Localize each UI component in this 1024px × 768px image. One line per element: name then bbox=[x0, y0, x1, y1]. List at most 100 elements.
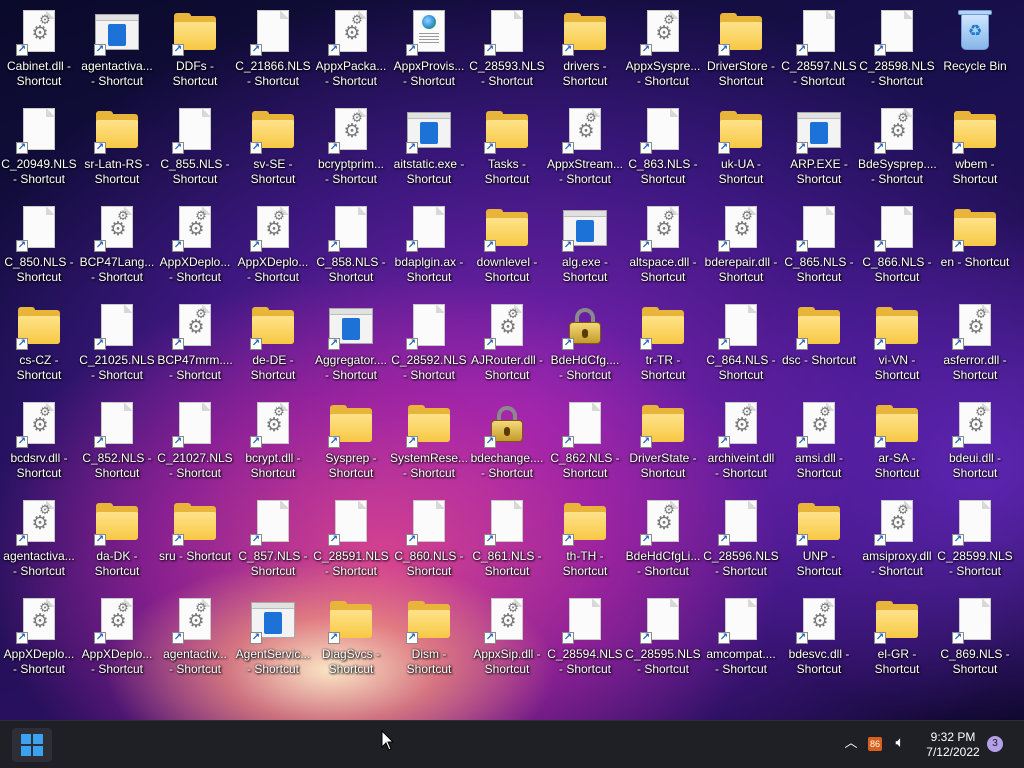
desktop-icon[interactable]: ↗ C_28595.NLS - Shortcut bbox=[624, 594, 702, 692]
start-button[interactable] bbox=[12, 728, 52, 762]
desktop-icon[interactable]: ⚙ ⚙ ↗ AppxStream... - Shortcut bbox=[546, 104, 624, 202]
desktop-icon[interactable]: ↗ DiagSvcs - Shortcut bbox=[312, 594, 390, 692]
desktop-icon[interactable]: ⚙ ⚙ ↗ agentactiva... - Shortcut bbox=[0, 496, 78, 594]
desktop-icon[interactable]: ⚙ ⚙ ↗ bderepair.dll - Shortcut bbox=[702, 202, 780, 300]
desktop-icon[interactable]: ⚙ ⚙ ↗ BdeHdCfgLi... - Shortcut bbox=[624, 496, 702, 594]
desktop-icon[interactable]: ⚙ ⚙ ↗ AppXDeplo... - Shortcut bbox=[156, 202, 234, 300]
desktop-icon[interactable]: ↗ C_20949.NLS - Shortcut bbox=[0, 104, 78, 202]
desktop-icon[interactable]: ↗ cs-CZ - Shortcut bbox=[0, 300, 78, 398]
desktop-icon[interactable]: ↗ C_861.NLS - Shortcut bbox=[468, 496, 546, 594]
desktop-icon[interactable]: ↗ C_28591.NLS - Shortcut bbox=[312, 496, 390, 594]
desktop-icon[interactable]: ⚙ ⚙ ↗ AppxSip.dll - Shortcut bbox=[468, 594, 546, 692]
desktop-icon[interactable]: ↗ ar-SA - Shortcut bbox=[858, 398, 936, 496]
desktop-icon[interactable]: ↗ wbem - Shortcut bbox=[936, 104, 1014, 202]
desktop-icon[interactable]: ⚙ ⚙ ↗ Cabinet.dll - Shortcut bbox=[0, 6, 78, 104]
desktop-icon[interactable]: ↗ C_865.NLS - Shortcut bbox=[780, 202, 858, 300]
desktop-icon[interactable]: ↗ BdeHdCfg.... - Shortcut bbox=[546, 300, 624, 398]
desktop-icon[interactable]: ↗ C_28599.NLS - Shortcut bbox=[936, 496, 1014, 594]
desktop-icon[interactable]: ↗ C_866.NLS - Shortcut bbox=[858, 202, 936, 300]
desktop-icon[interactable]: ⚙ ⚙ ↗ archiveint.dll - Shortcut bbox=[702, 398, 780, 496]
desktop-icon[interactable]: ↗ AgentServic... - Shortcut bbox=[234, 594, 312, 692]
desktop-icon[interactable]: ↗ en - Shortcut bbox=[936, 202, 1014, 300]
desktop-icon[interactable]: ↗ aitstatic.exe - Shortcut bbox=[390, 104, 468, 202]
notification-count-badge[interactable]: 3 bbox=[987, 736, 1003, 752]
desktop-icon[interactable]: ⚙ ⚙ ↗ bdesvc.dll - Shortcut bbox=[780, 594, 858, 692]
clock[interactable]: 9:32 PM 7/12/2022 bbox=[918, 730, 988, 760]
desktop-icon[interactable]: ⚙ ⚙ ↗ agentactiv... - Shortcut bbox=[156, 594, 234, 692]
desktop-icon[interactable]: ⚙ ⚙ ↗ BCP47Lang... - Shortcut bbox=[78, 202, 156, 300]
desktop-icon[interactable]: ↗ el-GR - Shortcut bbox=[858, 594, 936, 692]
desktop-icon[interactable]: ⚙ ⚙ ↗ AJRouter.dll - Shortcut bbox=[468, 300, 546, 398]
desktop-icon[interactable]: ↗ C_21025.NLS - Shortcut bbox=[78, 300, 156, 398]
desktop-icon[interactable]: ↗ C_863.NLS - Shortcut bbox=[624, 104, 702, 202]
desktop-icon[interactable]: ⚙ ⚙ ↗ asferror.dll - Shortcut bbox=[936, 300, 1014, 398]
desktop-icon[interactable]: ↗ bdechange.... - Shortcut bbox=[468, 398, 546, 496]
desktop-icon[interactable]: ↗ C_28593.NLS - Shortcut bbox=[468, 6, 546, 104]
desktop-icon[interactable]: ↗ DriverState - Shortcut bbox=[624, 398, 702, 496]
desktop-icon[interactable]: ↗ C_855.NLS - Shortcut bbox=[156, 104, 234, 202]
desktop-icon[interactable]: ↗ UNP - Shortcut bbox=[780, 496, 858, 594]
desktop-icon[interactable]: ↗ de-DE - Shortcut bbox=[234, 300, 312, 398]
desktop-icon[interactable]: ↗ DDFs - Shortcut bbox=[156, 6, 234, 104]
desktop-icon[interactable]: ↗ C_864.NLS - Shortcut bbox=[702, 300, 780, 398]
desktop-icon[interactable]: ↗ C_21866.NLS - Shortcut bbox=[234, 6, 312, 104]
folder-icon: ↗ bbox=[249, 106, 297, 154]
desktop-icon[interactable]: ↗ C_869.NLS - Shortcut bbox=[936, 594, 1014, 692]
desktop-icon[interactable]: ↗ bdaplgin.ax - Shortcut bbox=[390, 202, 468, 300]
desktop-icon[interactable]: ↗ C_850.NLS - Shortcut bbox=[0, 202, 78, 300]
desktop-icon[interactable]: ↗ sr-Latn-RS - Shortcut bbox=[78, 104, 156, 202]
desktop-icon[interactable]: ↗ DriverStore - Shortcut bbox=[702, 6, 780, 104]
desktop-icon[interactable]: ↗ C_852.NLS - Shortcut bbox=[78, 398, 156, 496]
desktop-icon[interactable]: ↗ sv-SE - Shortcut bbox=[234, 104, 312, 202]
desktop-icon[interactable]: ↗ Sysprep - Shortcut bbox=[312, 398, 390, 496]
desktop-icon[interactable]: ⚙ ⚙ ↗ AppXDeplo... - Shortcut bbox=[78, 594, 156, 692]
desktop-icon[interactable]: ⚙ ⚙ ↗ amsi.dll - Shortcut bbox=[780, 398, 858, 496]
folder-icon: ↗ bbox=[951, 106, 999, 154]
desktop-icon[interactable]: ↗ C_860.NLS - Shortcut bbox=[390, 496, 468, 594]
desktop-icon[interactable]: ↗ Tasks - Shortcut bbox=[468, 104, 546, 202]
desktop-icon[interactable]: ↗ amcompat.... - Shortcut bbox=[702, 594, 780, 692]
desktop-icon[interactable]: ⚙ ⚙ ↗ AppxSyspre... - Shortcut bbox=[624, 6, 702, 104]
desktop-icon[interactable]: ⚙ ⚙ ↗ bcrypt.dll - Shortcut bbox=[234, 398, 312, 496]
desktop-icon[interactable]: ↗ th-TH - Shortcut bbox=[546, 496, 624, 594]
desktop-icon[interactable]: ↗ sru - Shortcut bbox=[156, 496, 234, 594]
desktop-icon[interactable]: ↗ vi-VN - Shortcut bbox=[858, 300, 936, 398]
desktop-icon[interactable]: ↗ SystemRese... - Shortcut bbox=[390, 398, 468, 496]
tray-app-badge[interactable]: 86 bbox=[868, 737, 882, 751]
desktop-icon[interactable]: ⚙ ⚙ ↗ amsiproxy.dll - Shortcut bbox=[858, 496, 936, 594]
desktop-icon[interactable]: ↗ C_28596.NLS - Shortcut bbox=[702, 496, 780, 594]
desktop-icon[interactable]: ⚙ ⚙ ↗ altspace.dll - Shortcut bbox=[624, 202, 702, 300]
desktop-icon[interactable]: ↗ AppxProvis... - Shortcut bbox=[390, 6, 468, 104]
show-hidden-icons-chevron-icon[interactable]: ︿ bbox=[842, 734, 860, 752]
desktop-icon-label: cs-CZ - Shortcut bbox=[16, 353, 62, 382]
desktop-icon[interactable]: ♻ Recycle Bin bbox=[936, 6, 1014, 104]
desktop-icon[interactable]: ↗ Aggregator.... - Shortcut bbox=[312, 300, 390, 398]
desktop-icon[interactable]: ⚙ ⚙ ↗ BCP47mrm.... - Shortcut bbox=[156, 300, 234, 398]
desktop-icon[interactable]: ↗ ARP.EXE - Shortcut bbox=[780, 104, 858, 202]
desktop-icon[interactable]: ↗ alg.exe - Shortcut bbox=[546, 202, 624, 300]
desktop-icon[interactable]: ↗ C_28598.NLS - Shortcut bbox=[858, 6, 936, 104]
desktop-icon[interactable]: ↗ dsc - Shortcut bbox=[780, 300, 858, 398]
desktop-icon[interactable]: ↗ drivers - Shortcut bbox=[546, 6, 624, 104]
desktop-icon[interactable]: ⚙ ⚙ ↗ bdeui.dll - Shortcut bbox=[936, 398, 1014, 496]
desktop-icon[interactable]: ⚙ ⚙ ↗ bcdsrv.dll - Shortcut bbox=[0, 398, 78, 496]
desktop-icon[interactable]: ↗ C_21027.NLS - Shortcut bbox=[156, 398, 234, 496]
desktop-icon[interactable]: ↗ C_28592.NLS - Shortcut bbox=[390, 300, 468, 398]
desktop-icon[interactable]: ↗ C_862.NLS - Shortcut bbox=[546, 398, 624, 496]
desktop-icon[interactable]: ↗ C_858.NLS - Shortcut bbox=[312, 202, 390, 300]
speaker-icon[interactable]: 🔈︎ bbox=[890, 734, 910, 752]
desktop-icon[interactable]: ⚙ ⚙ ↗ BdeSysprep.... - Shortcut bbox=[858, 104, 937, 202]
desktop-icon[interactable]: ⚙ ⚙ ↗ AppxPacka... - Shortcut bbox=[312, 6, 390, 104]
desktop-icon[interactable]: ⚙ ⚙ ↗ bcryptprim... - Shortcut bbox=[312, 104, 390, 202]
desktop-icon[interactable]: ↗ C_28597.NLS - Shortcut bbox=[780, 6, 858, 104]
desktop-icon[interactable]: ↗ C_857.NLS - Shortcut bbox=[234, 496, 312, 594]
desktop-icon[interactable]: ⚙ ⚙ ↗ AppXDeplo... - Shortcut bbox=[0, 594, 78, 692]
desktop-icon[interactable]: ↗ da-DK - Shortcut bbox=[78, 496, 156, 594]
desktop-icon[interactable]: ↗ downlevel - Shortcut bbox=[468, 202, 546, 300]
desktop-icon[interactable]: ↗ C_28594.NLS - Shortcut bbox=[546, 594, 624, 692]
desktop-icon[interactable]: ↗ agentactiva... - Shortcut bbox=[78, 6, 156, 104]
desktop-icon[interactable]: ↗ Dism - Shortcut bbox=[390, 594, 468, 692]
desktop-icon[interactable]: ↗ uk-UA - Shortcut bbox=[702, 104, 780, 202]
desktop-icon[interactable]: ⚙ ⚙ ↗ AppXDeplo... - Shortcut bbox=[234, 202, 312, 300]
desktop-icon[interactable]: ↗ tr-TR - Shortcut bbox=[624, 300, 702, 398]
